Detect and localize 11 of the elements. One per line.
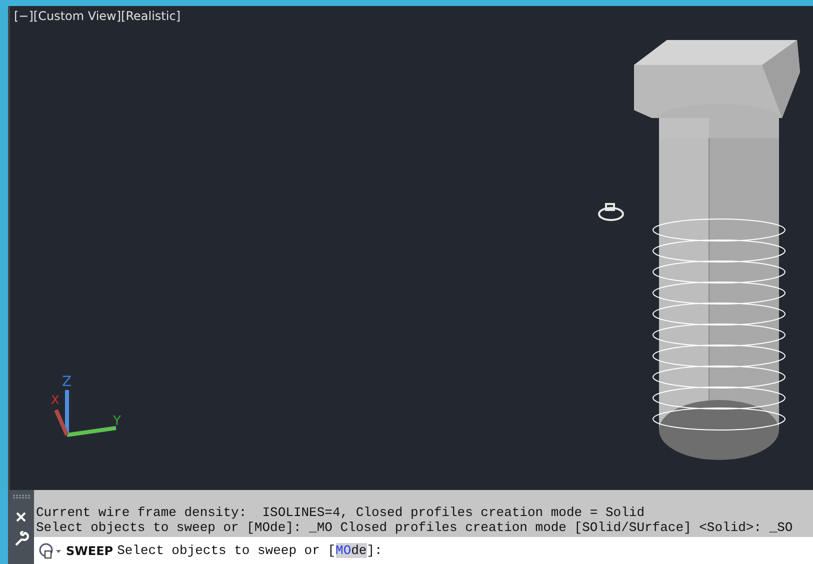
command-input-field[interactable]: SWEEP Select objects to sweep or [MOde]: bbox=[34, 537, 813, 564]
wrench-icon[interactable] bbox=[13, 531, 29, 547]
grip-icon[interactable] bbox=[12, 494, 30, 499]
command-icon[interactable] bbox=[38, 542, 62, 560]
command-history-line: Select objects to sweep or [MOde]: _MO Closed profiles creation mode [SOlid/SUrface] <Solid>: _SO bbox=[36, 520, 794, 535]
command-option-link[interactable]: MOde bbox=[336, 543, 367, 558]
close-icon[interactable] bbox=[15, 511, 27, 523]
axis-gizmo-drawing: Z X Y bbox=[51, 374, 121, 437]
command-history-line: Current wire frame density: ISOLINES=4, Closed profiles creation mode = Solid bbox=[36, 505, 646, 520]
viewport-label[interactable]: [−][Custom View][Realistic] bbox=[14, 9, 180, 23]
ucs-ring-icon bbox=[598, 203, 624, 221]
